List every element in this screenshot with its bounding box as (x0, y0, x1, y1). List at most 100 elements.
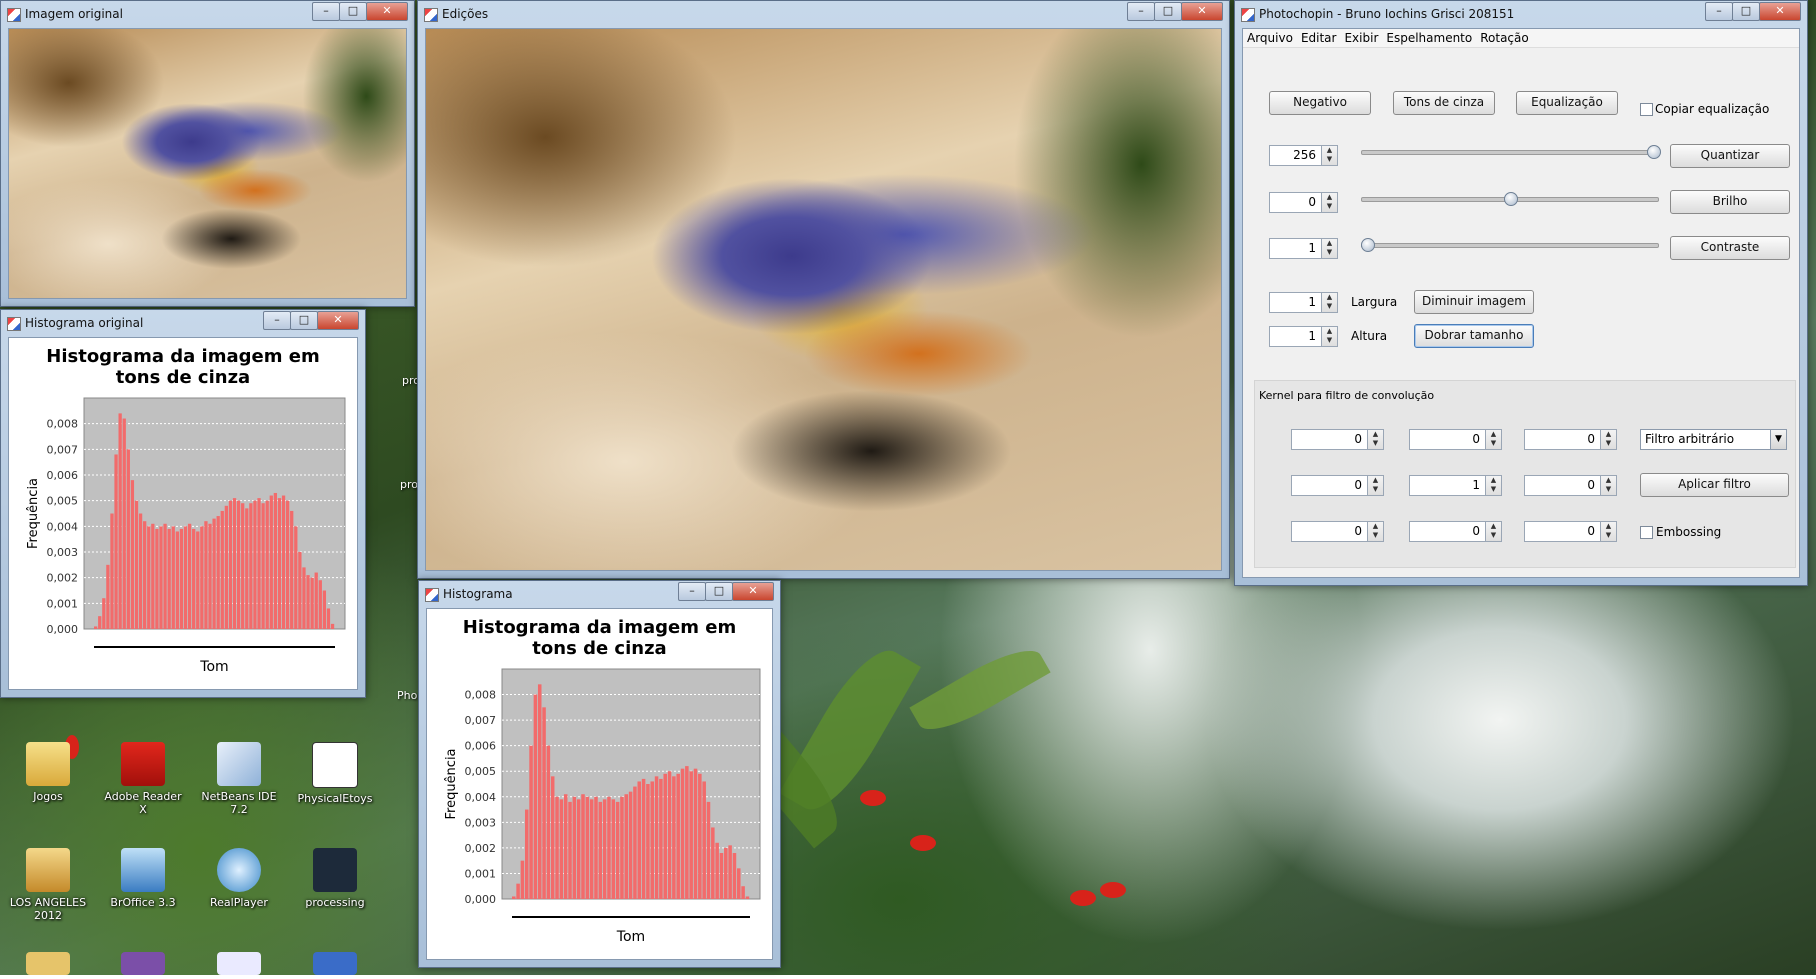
kernel-cell-0-0[interactable]: 0 ▲ ▼ (1291, 429, 1384, 450)
maximize-button[interactable]: □ (339, 2, 367, 21)
double-size-button[interactable]: Dobrar tamanho (1414, 324, 1534, 348)
shrink-image-button[interactable]: Diminuir imagem (1414, 290, 1534, 314)
desktop-icon-adobe-reader[interactable]: Adobe Reader X (103, 742, 183, 816)
spin-up-icon[interactable]: ▲ (1322, 239, 1337, 248)
spin-up-icon[interactable]: ▲ (1322, 193, 1337, 202)
spin-down-icon[interactable]: ▼ (1601, 439, 1616, 448)
menu-arquivo[interactable]: Arquivo (1243, 29, 1297, 47)
spin-down-icon[interactable]: ▼ (1368, 531, 1383, 540)
photochopin-window[interactable]: Photochopin - Bruno Iochins Grisci 20815… (1234, 0, 1808, 586)
spin-down-icon[interactable]: ▼ (1601, 485, 1616, 494)
close-button[interactable]: ✕ (1759, 2, 1801, 21)
spin-down-icon[interactable]: ▼ (1322, 202, 1337, 211)
close-button[interactable]: ✕ (366, 2, 408, 21)
minimize-button[interactable]: – (263, 311, 291, 330)
spin-up-icon[interactable]: ▲ (1322, 327, 1337, 336)
close-button[interactable]: ✕ (317, 311, 359, 330)
kernel-cell-2-2[interactable]: 0 ▲ ▼ (1524, 521, 1617, 542)
desktop-icon-netbeans[interactable]: NetBeans IDE 7.2 (199, 742, 279, 816)
title-bar[interactable]: Histograma – □ ✕ (419, 581, 780, 607)
menu-exibir[interactable]: Exibir (1340, 29, 1382, 47)
desktop-icon-broffice[interactable]: BrOffice 3.3 (103, 848, 183, 909)
spin-up-icon[interactable]: ▲ (1368, 522, 1383, 531)
spin-down-icon[interactable]: ▼ (1486, 531, 1501, 540)
spin-down-icon[interactable]: ▼ (1322, 302, 1337, 311)
menu-rotacao[interactable]: Rotação (1476, 29, 1533, 47)
quantize-slider[interactable] (1361, 145, 1661, 159)
close-button[interactable]: ✕ (1181, 2, 1223, 21)
minimize-button[interactable]: – (312, 2, 340, 21)
minimize-button[interactable]: – (678, 582, 706, 601)
maximize-button[interactable]: □ (290, 311, 318, 330)
kernel-cell-0-1[interactable]: 0 ▲ ▼ (1409, 429, 1502, 450)
kernel-cell-2-0[interactable]: 0 ▲ ▼ (1291, 521, 1384, 542)
spin-down-icon[interactable]: ▼ (1322, 336, 1337, 345)
embossing-checkbox[interactable] (1640, 526, 1653, 539)
spin-up-icon[interactable]: ▲ (1322, 293, 1337, 302)
y-tick-label: 0,004 (47, 520, 79, 533)
title-bar[interactable]: Histograma original – □ ✕ (1, 310, 365, 336)
spin-up-icon[interactable]: ▲ (1601, 476, 1616, 485)
spin-up-icon[interactable]: ▲ (1322, 146, 1337, 155)
edits-window[interactable]: Edições – □ ✕ (417, 0, 1230, 579)
height-spinner[interactable]: 1 ▲ ▼ (1269, 326, 1338, 347)
title-bar[interactable]: Photochopin - Bruno Iochins Grisci 20815… (1235, 1, 1807, 27)
spin-up-icon[interactable]: ▲ (1368, 430, 1383, 439)
kernel-cell-1-1[interactable]: 1 ▲ ▼ (1409, 475, 1502, 496)
maximize-button[interactable]: □ (1154, 2, 1182, 21)
filter-select[interactable]: Filtro arbitrário ▼ (1640, 429, 1787, 450)
spin-up-icon[interactable]: ▲ (1486, 430, 1501, 439)
desktop-icon-realplayer[interactable]: RealPlayer (199, 848, 279, 909)
kernel-cell-1-2[interactable]: 0 ▲ ▼ (1524, 475, 1617, 496)
contrast-slider[interactable] (1361, 238, 1659, 252)
spin-down-icon[interactable]: ▼ (1601, 531, 1616, 540)
spin-down-icon[interactable]: ▼ (1368, 439, 1383, 448)
equalize-button[interactable]: Equalização (1516, 91, 1618, 115)
menu-editar[interactable]: Editar (1297, 29, 1341, 47)
chevron-down-icon[interactable]: ▼ (1770, 430, 1786, 449)
slider-thumb[interactable] (1504, 192, 1518, 206)
quantize-spinner[interactable]: 256 ▲ ▼ (1269, 145, 1338, 166)
spin-down-icon[interactable]: ▼ (1368, 485, 1383, 494)
menu-espelhamento[interactable]: Espelhamento (1382, 29, 1476, 47)
width-spinner[interactable]: 1 ▲ ▼ (1269, 292, 1338, 313)
spin-down-icon[interactable]: ▼ (1322, 155, 1337, 164)
title-bar[interactable]: Edições – □ ✕ (418, 1, 1229, 27)
slider-thumb[interactable] (1361, 238, 1375, 252)
original-image-window[interactable]: Imagem original – □ ✕ (0, 0, 415, 307)
kernel-cell-1-0[interactable]: 0 ▲ ▼ (1291, 475, 1384, 496)
spin-down-icon[interactable]: ▼ (1322, 248, 1337, 257)
kernel-cell-0-2[interactable]: 0 ▲ ▼ (1524, 429, 1617, 450)
title-bar[interactable]: Imagem original – □ ✕ (1, 1, 414, 27)
contrast-spinner[interactable]: 1 ▲ ▼ (1269, 238, 1338, 259)
histogram-window[interactable]: Histograma – □ ✕ Histograma da imagem em… (418, 580, 781, 968)
grayscale-button[interactable]: Tons de cinza (1393, 91, 1495, 115)
spin-down-icon[interactable]: ▼ (1486, 439, 1501, 448)
brightness-slider[interactable] (1361, 192, 1659, 206)
minimize-button[interactable]: – (1705, 2, 1733, 21)
desktop-icon-processing[interactable]: processing (295, 848, 375, 909)
apply-filter-button[interactable]: Aplicar filtro (1640, 473, 1789, 497)
spin-up-icon[interactable]: ▲ (1601, 430, 1616, 439)
quantize-button[interactable]: Quantizar (1670, 144, 1790, 168)
maximize-button[interactable]: □ (1732, 2, 1760, 21)
original-histogram-window[interactable]: Histograma original – □ ✕ Histograma da … (0, 309, 366, 698)
desktop-icon-physicaletoys[interactable]: PhysicalEtoys (295, 742, 375, 805)
close-button[interactable]: ✕ (732, 582, 774, 601)
brightness-spinner[interactable]: 0 ▲ ▼ (1269, 192, 1338, 213)
kernel-cell-2-1[interactable]: 0 ▲ ▼ (1409, 521, 1502, 542)
contrast-button[interactable]: Contraste (1670, 236, 1790, 260)
spin-up-icon[interactable]: ▲ (1368, 476, 1383, 485)
minimize-button[interactable]: – (1127, 2, 1155, 21)
negative-button[interactable]: Negativo (1269, 91, 1371, 115)
spin-down-icon[interactable]: ▼ (1486, 485, 1501, 494)
slider-thumb[interactable] (1647, 145, 1661, 159)
copy-equalization-checkbox[interactable] (1640, 103, 1653, 116)
spin-up-icon[interactable]: ▲ (1601, 522, 1616, 531)
spin-up-icon[interactable]: ▲ (1486, 522, 1501, 531)
brightness-button[interactable]: Brilho (1670, 190, 1790, 214)
desktop-icon-los-angeles[interactable]: LOS ANGELES 2012 (8, 848, 88, 922)
desktop-icon-jogos[interactable]: Jogos (8, 742, 88, 803)
spin-up-icon[interactable]: ▲ (1486, 476, 1501, 485)
maximize-button[interactable]: □ (705, 582, 733, 601)
